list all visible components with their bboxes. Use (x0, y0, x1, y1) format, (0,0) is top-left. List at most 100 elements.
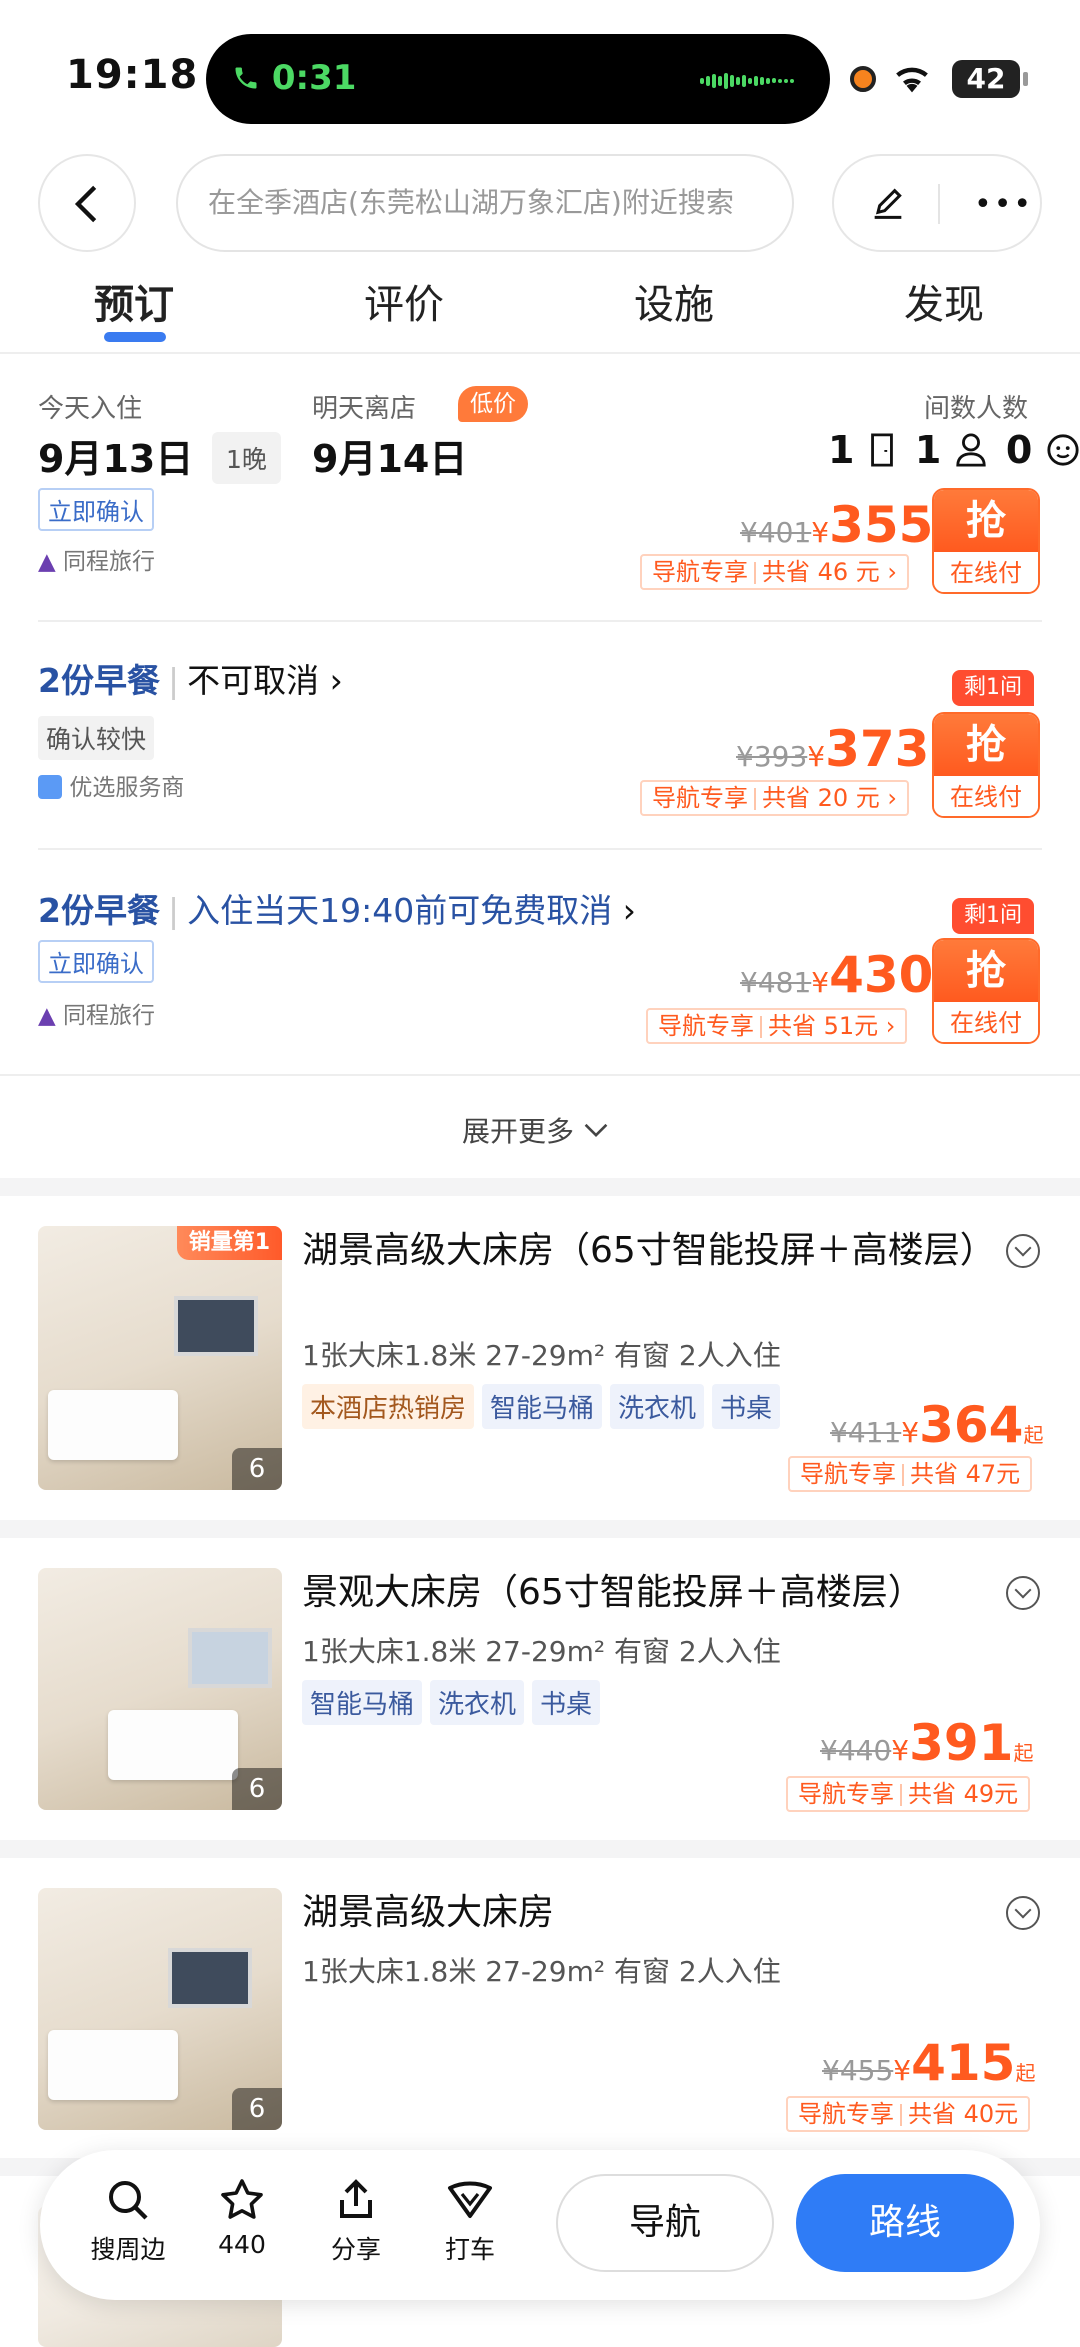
tab-reviews[interactable]: 评价 (364, 272, 444, 330)
room-price: ¥455¥415起 (822, 2034, 1036, 2092)
rooms-people-values: 1 1 0 (828, 428, 1080, 472)
checkout-date: 9月14日 (312, 437, 468, 481)
call-indicator[interactable]: 0:31 (232, 58, 356, 98)
chevron-down-icon (584, 1123, 608, 1138)
current-price: 391 (909, 1714, 1014, 1772)
wifi-icon (896, 67, 928, 93)
phone-icon (235, 67, 257, 89)
room-photo-tv (168, 1948, 252, 2008)
rooms-left-badge: 剩1间 (952, 898, 1034, 934)
promo-label[interactable]: 导航专享 共省 20 元 › (640, 780, 910, 816)
rooms-count: 1 (828, 428, 855, 472)
adult-icon (955, 433, 986, 467)
checkout-label: 明天离店 (312, 394, 417, 424)
tongcheng-logo-icon: ▲ (38, 1003, 56, 1029)
meal-label: 2份早餐 (38, 891, 160, 930)
checkin-label: 今天入住 (38, 394, 143, 424)
room-specs: 1张大床1.8米 27-29m² 有窗 2人入住 (302, 1339, 781, 1372)
search-input[interactable]: 在全季酒店(东莞松山湖万象汇店)附近搜索 (176, 154, 794, 252)
status-bar: 19:18 0:31 42 (0, 0, 1080, 150)
offer-price: ¥401¥355 (740, 496, 934, 554)
cancel-policy: 不可取消 (187, 661, 320, 700)
current-price: 373 (825, 720, 930, 778)
original-price: ¥393 (736, 740, 808, 773)
promo-label[interactable]: 导航专享 共省 51元 › (646, 1008, 908, 1044)
more-icon[interactable]: ••• (974, 190, 1033, 220)
divider (38, 848, 1042, 850)
status-time: 19:18 (66, 52, 199, 98)
offer-title[interactable]: 2份早餐 | 不可取消 › (38, 654, 343, 702)
grab-button[interactable]: 抢 在线付 (932, 488, 1040, 594)
room-photo-window (188, 1628, 272, 1688)
battery-indicator: 42 (952, 60, 1028, 98)
room-photo-bed (48, 2030, 178, 2100)
room-tags: 本酒店热销房 智能马桶 洗衣机 书桌 (302, 1384, 788, 1429)
section-separator (0, 1178, 1080, 1196)
expand-room-icon[interactable] (1006, 1234, 1040, 1268)
photo-count: 6 (232, 1448, 282, 1490)
current-price: 364 (919, 1396, 1024, 1454)
edit-icon[interactable] (868, 184, 908, 224)
offer-title[interactable]: 2份早餐 | 入住当天19:40前可免费取消 › (38, 884, 636, 932)
tab-booking[interactable]: 预订 (94, 272, 174, 330)
room-tag: 书桌 (712, 1384, 781, 1429)
low-price-badge: 低价 (458, 386, 528, 422)
divider (0, 352, 1080, 354)
search-nearby-button[interactable]: 搜周边 (86, 2176, 170, 2266)
divider (38, 620, 1042, 622)
tongcheng-logo-icon: ▲ (38, 549, 56, 575)
room-title: 景观大床房（65寸智能投屏＋高楼层） (302, 1572, 924, 1613)
room-price: ¥411¥364起 (830, 1396, 1044, 1454)
header-actions: ••• (832, 154, 1042, 252)
promo-label[interactable]: 导航专享 共省 46 元 › (640, 554, 910, 590)
room-tag: 洗衣机 (610, 1384, 705, 1429)
route-button[interactable]: 路线 (796, 2174, 1014, 2272)
tab-facilities[interactable]: 设施 (634, 272, 714, 330)
back-arrow-icon (74, 185, 97, 223)
door-icon (870, 433, 893, 467)
share-icon (340, 2179, 372, 2218)
expand-room-icon[interactable] (1006, 1896, 1040, 1930)
grab-button[interactable]: 抢 在线付 (932, 938, 1040, 1044)
preferred-provider-icon (38, 775, 62, 799)
tab-indicator (104, 332, 166, 342)
room-photo-tv (174, 1296, 258, 1356)
provider-label: ▲ 同程旅行 (38, 549, 156, 575)
room-photo[interactable]: 6 (38, 1888, 282, 2130)
tab-discover[interactable]: 发现 (904, 272, 984, 330)
grab-button[interactable]: 抢 在线付 (932, 712, 1040, 818)
divider (0, 1074, 1080, 1076)
original-price: ¥481 (740, 966, 812, 999)
rooms-left-badge: 剩1间 (952, 670, 1034, 706)
confirm-chip: 确认较快 (38, 716, 155, 760)
provider-label: 优选服务商 (38, 768, 184, 802)
promo-label: 导航专享 共省 40元 (786, 2096, 1031, 2132)
expand-room-icon[interactable] (1006, 1576, 1040, 1610)
room-tag: 本酒店热销房 (302, 1384, 475, 1429)
room-tag: 洗衣机 (430, 1680, 525, 1725)
taxi-icon (448, 2181, 492, 2218)
room-tag: 书桌 (532, 1680, 601, 1725)
recording-dot-icon (850, 66, 876, 92)
room-photo-bed (108, 1710, 238, 1780)
room-tag: 智能马桶 (302, 1680, 423, 1725)
original-price: ¥440 (820, 1734, 892, 1767)
current-price: 415 (911, 2034, 1016, 2092)
adults-count: 1 (914, 428, 942, 472)
back-button[interactable] (38, 154, 136, 252)
expand-more-button[interactable]: 展开更多 (462, 1110, 609, 1150)
taxi-button[interactable]: 打车 (430, 2176, 510, 2266)
room-price: ¥440¥391起 (820, 1714, 1034, 1772)
room-photo[interactable]: 6 销量第1 (38, 1226, 282, 1490)
navigate-button[interactable]: 导航 (556, 2174, 774, 2272)
original-price: ¥411 (830, 1416, 902, 1449)
children-count: 0 (1005, 428, 1033, 472)
checkin-date: 9月13日 (38, 437, 194, 481)
share-button[interactable]: 分享 (316, 2176, 396, 2266)
room-title: 湖景高级大床房（65寸智能投屏＋高楼层） (302, 1230, 996, 1271)
favorite-button[interactable]: 440 (202, 2176, 282, 2259)
section-separator (0, 1840, 1080, 1858)
star-icon (221, 2179, 263, 2219)
room-specs: 1张大床1.8米 27-29m² 有窗 2人入住 (302, 1635, 781, 1668)
room-photo[interactable]: 6 (38, 1568, 282, 1810)
